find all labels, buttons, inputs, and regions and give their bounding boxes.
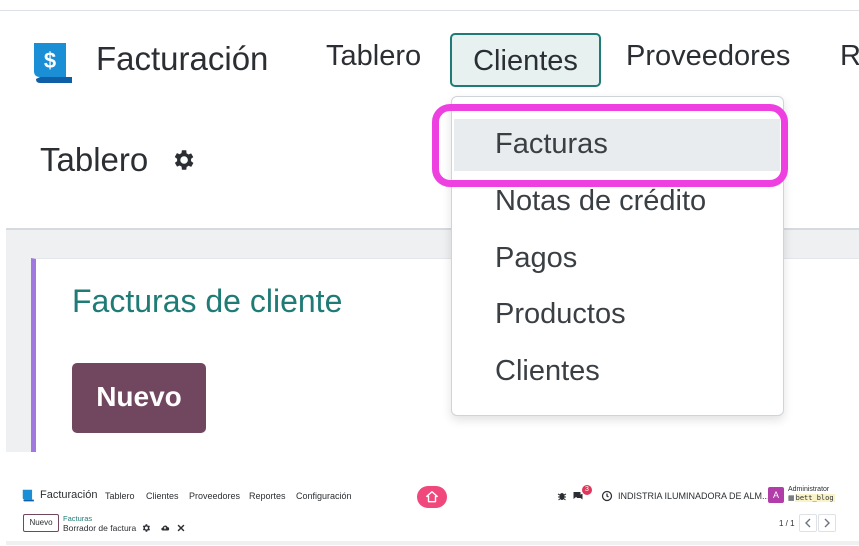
dropdown-item-productos[interactable]: Productos (495, 298, 626, 331)
avatar[interactable]: A (768, 487, 784, 503)
divider (0, 10, 859, 11)
page-title: Tablero (40, 141, 149, 178)
menu-configuracion[interactable]: Configuración (296, 491, 352, 501)
cloud-save-icon[interactable] (160, 523, 170, 533)
menu-reportes[interactable]: Reportes (249, 491, 286, 501)
dropdown-item-notas-credito[interactable]: Notas de crédito (495, 185, 706, 218)
menu-clientes[interactable]: Clientes (146, 491, 179, 501)
card-title[interactable]: Facturas de cliente (72, 283, 342, 320)
new-invoice-button[interactable]: Nuevo (72, 363, 206, 433)
breadcrumb-current: Borrador de factura (63, 523, 137, 533)
content-area-top (6, 541, 859, 545)
clock-icon[interactable] (601, 490, 613, 502)
menu-proveedores[interactable]: Proveedores (626, 40, 790, 73)
menu-reportes-partial[interactable]: R (840, 40, 859, 73)
pager-value[interactable]: 1 / 1 (779, 519, 795, 528)
home-button[interactable] (417, 486, 447, 508)
next-record-button[interactable] (818, 514, 836, 532)
discard-icon[interactable] (176, 523, 186, 533)
gear-icon[interactable] (141, 523, 151, 533)
previous-record-button[interactable] (799, 514, 817, 532)
top-navbar: Facturación Tablero Clientes Proveedores… (0, 482, 859, 512)
new-button[interactable]: Nuevo (23, 514, 59, 532)
home-icon (426, 491, 438, 503)
gear-icon[interactable] (170, 147, 196, 173)
dropdown-item-pagos[interactable]: Pagos (495, 242, 577, 275)
user-menu[interactable]: Administrator ▦bett_blog (788, 485, 835, 503)
app-logo-icon[interactable]: $ (28, 37, 76, 85)
chevron-left-icon (805, 518, 811, 528)
app-logo-icon[interactable] (21, 488, 35, 502)
breadcrumb-parent[interactable]: Facturas (63, 514, 92, 523)
app-title[interactable]: Facturación (96, 40, 268, 78)
database-name: ▦bett_blog (788, 494, 835, 502)
message-count-badge: 3 (582, 485, 592, 495)
full-screen-preview: Facturación Tablero Clientes Proveedores… (0, 452, 859, 546)
menu-proveedores[interactable]: Proveedores (189, 491, 240, 501)
user-name: Administrator (788, 486, 830, 493)
zoomed-view: $ Facturación Tablero Clientes Proveedor… (0, 0, 859, 452)
chevron-right-icon (824, 518, 830, 528)
menu-tablero[interactable]: Tablero (105, 491, 135, 501)
app-title[interactable]: Facturación (40, 489, 97, 501)
highlight-annotation (432, 104, 788, 187)
svg-text:$: $ (44, 48, 56, 73)
company-switcher[interactable]: INDISTRIA ILUMINADORA DE ALM... (618, 491, 770, 501)
bug-icon[interactable] (556, 490, 568, 502)
dropdown-item-clientes[interactable]: Clientes (495, 355, 600, 388)
menu-clientes[interactable]: Clientes (450, 33, 601, 87)
menu-tablero[interactable]: Tablero (326, 40, 421, 73)
control-panel: Nuevo Facturas Borrador de factura 1 / 1 (0, 513, 859, 539)
